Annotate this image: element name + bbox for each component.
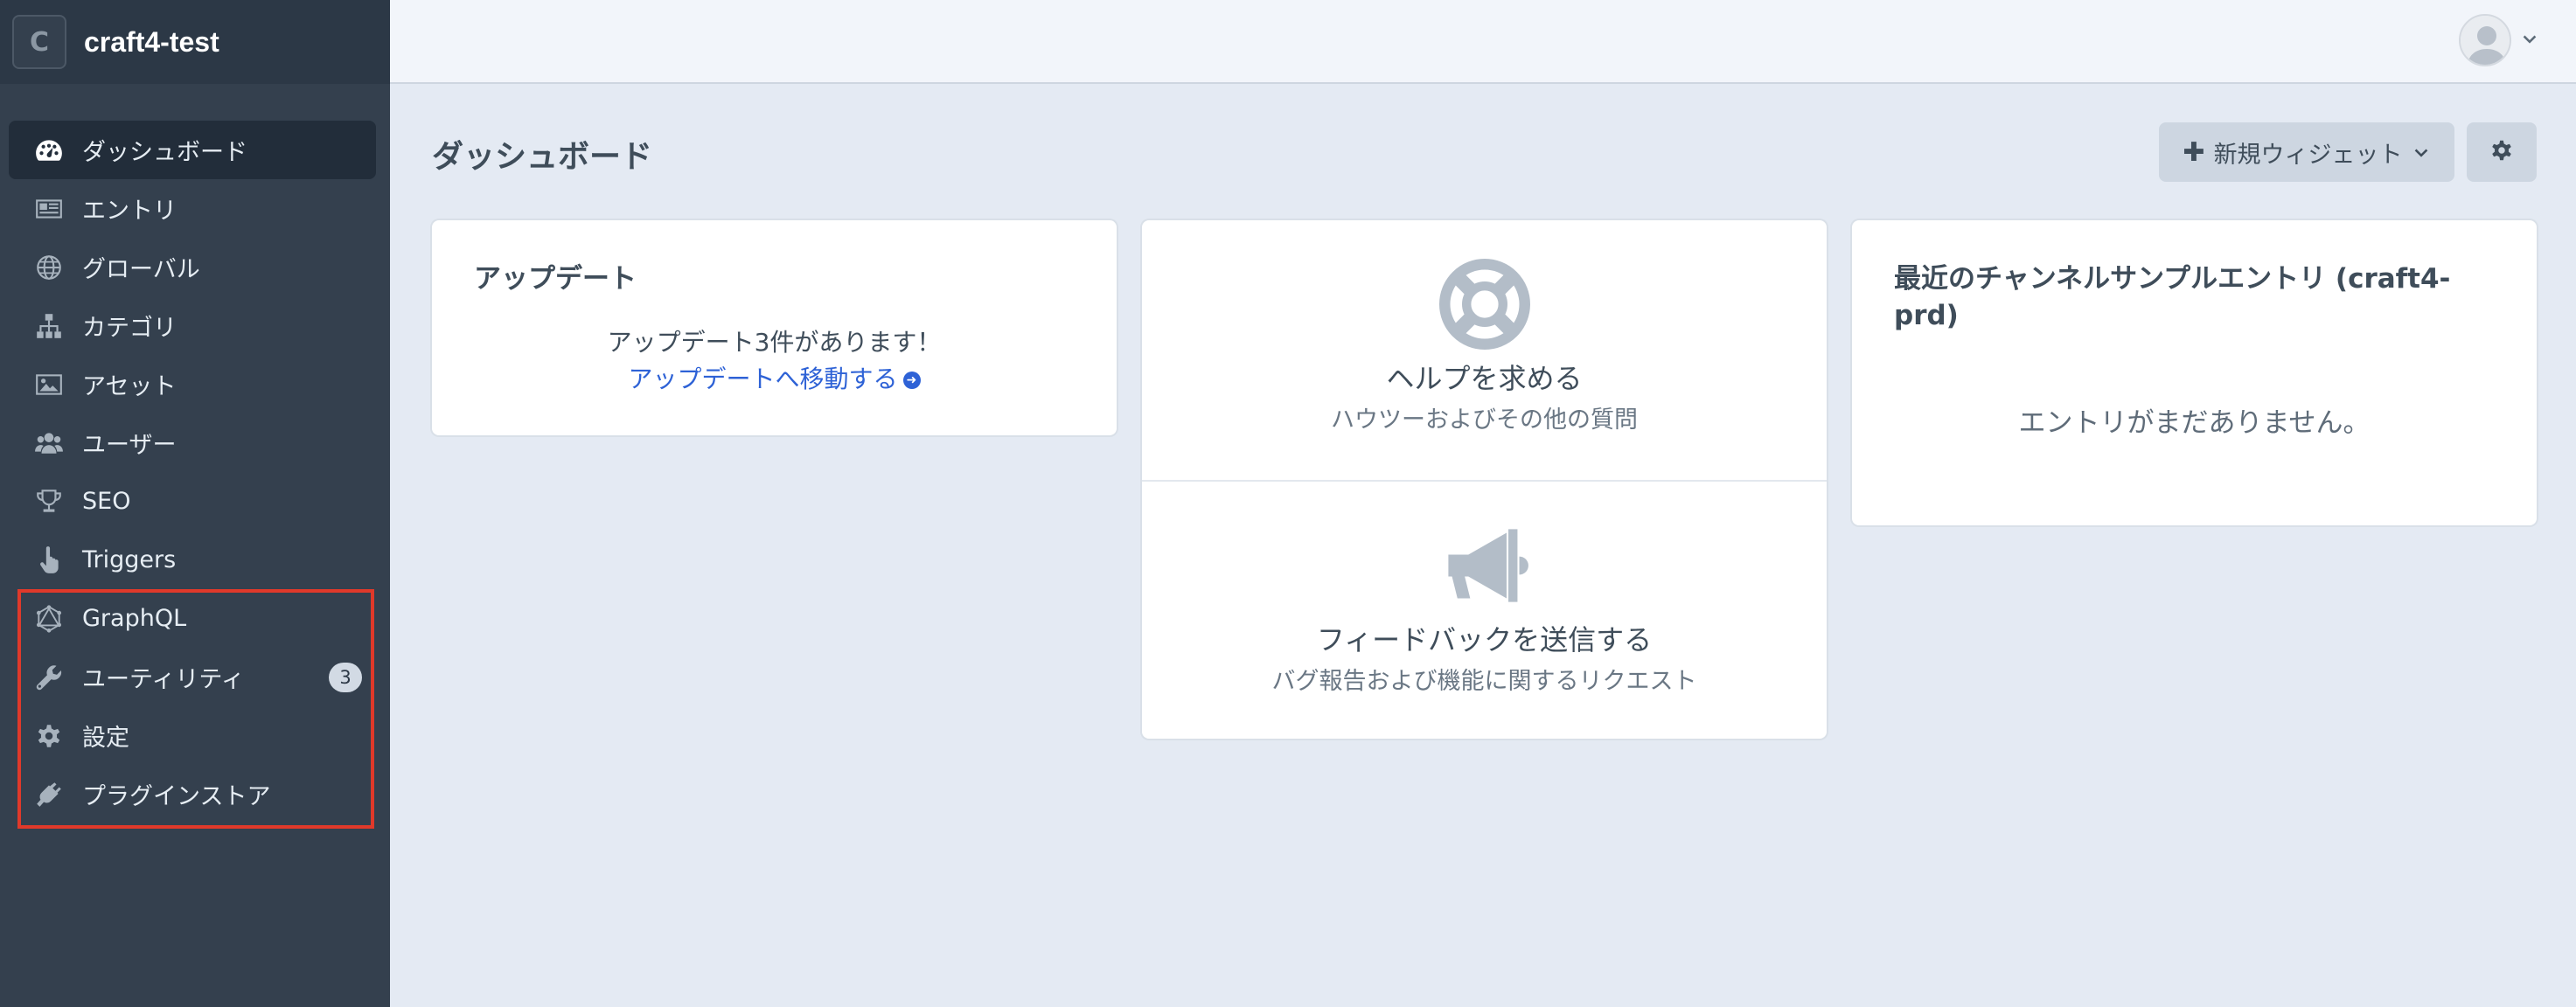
dashboard-settings-button[interactable] (2467, 122, 2537, 182)
site-logo[interactable]: C (12, 15, 66, 69)
gear-icon (2489, 137, 2515, 167)
sidebar-item-label: カテゴリ (82, 315, 177, 342)
go-to-updates-link[interactable]: アップデートへ移動する ➜ (432, 360, 1117, 395)
dashboard-gauge-icon (33, 135, 65, 166)
megaphone-icon (1439, 520, 1530, 611)
updates-widget-title: アップデート (474, 263, 637, 295)
recent-entries-widget: 最近のチャンネルサンプルエントリ (craft4-prd) エントリがまだありま… (1852, 220, 2537, 525)
sidebar-item-label: グローバル (82, 256, 200, 283)
sidebar-item-label: 設定 (82, 725, 129, 752)
sidebar-item-triggers[interactable]: Triggers (9, 531, 376, 589)
sidebar-item-label: プラグインストア (82, 783, 271, 810)
avatar-icon (2459, 14, 2511, 66)
sidebar-item-users[interactable]: ユーザー (9, 413, 376, 472)
sidebar-item-utilities[interactable]: ユーティリティ 3 (9, 648, 376, 706)
wrench-icon (33, 662, 65, 693)
sidebar-item-globals[interactable]: グローバル (9, 238, 376, 296)
recent-entries-empty-message: エントリがまだありません。 (2018, 407, 2371, 439)
sidebar-item-entries[interactable]: エントリ (9, 179, 376, 238)
chevron-down-icon (2520, 31, 2539, 50)
graphql-icon (33, 603, 65, 635)
sidebar-item-label: GraphQL (82, 605, 187, 632)
sitemap-icon (33, 310, 65, 342)
top-header (390, 0, 2576, 84)
feedback-description: バグ報告および機能に関するリクエスト (1271, 668, 1697, 695)
sidebar-item-label: ユーザー (82, 432, 177, 459)
updates-widget: アップデート アップデート3件があります！ アップデートへ移動する ➜ (432, 220, 1117, 435)
sidebar-item-settings[interactable]: 設定 (9, 706, 376, 765)
image-icon (33, 369, 65, 400)
page-title: ダッシュボード (432, 139, 653, 175)
sidebar-item-dashboard[interactable]: ダッシュボード (9, 121, 376, 179)
sidebar-item-label: アセット (82, 373, 177, 400)
sidebar: C craft4-test ダッシュボード エントリ グローバル カテゴリ アセ… (0, 0, 390, 1007)
get-help-title: ヘルプを求める (1386, 362, 1583, 395)
chevron-down-icon (2412, 142, 2431, 162)
utilities-count-badge: 3 (329, 662, 362, 692)
plug-icon (33, 779, 65, 810)
sidebar-item-label: ユーティリティ (82, 666, 245, 693)
get-help-section[interactable]: ヘルプを求める ハウツーおよびその他の質問 (1142, 220, 1827, 479)
feedback-section[interactable]: フィードバックを送信する バグ報告および機能に関するリクエスト (1142, 480, 1827, 739)
sidebar-header: C craft4-test (0, 0, 390, 84)
globe-icon (33, 252, 65, 283)
sidebar-item-label: Triggers (82, 546, 177, 573)
user-menu-toggle[interactable] (2459, 14, 2539, 66)
life-ring-icon (1438, 259, 1530, 350)
sidebar-nav: ダッシュボード エントリ グローバル カテゴリ アセット ユーザー SEO Tr… (0, 121, 390, 823)
sidebar-item-label: エントリ (82, 198, 177, 225)
sidebar-item-plugin-store[interactable]: プラグインストア (9, 765, 376, 823)
plus-icon: ✚ (2183, 136, 2205, 168)
sidebar-item-assets[interactable]: アセット (9, 355, 376, 413)
sidebar-item-seo[interactable]: SEO (9, 472, 376, 531)
sidebar-item-categories[interactable]: カテゴリ (9, 296, 376, 355)
trophy-icon (33, 486, 65, 517)
new-widget-button[interactable]: ✚ 新規ウィジェット (2159, 122, 2454, 182)
gear-icon (33, 720, 65, 752)
go-to-updates-label: アップデートへ移動する (628, 365, 898, 393)
sidebar-item-label: SEO (82, 488, 131, 515)
feedback-title: フィードバックを送信する (1316, 623, 1653, 656)
help-widget: ヘルプを求める ハウツーおよびその他の質問 フィードバックを送信する バグ報告お… (1142, 220, 1827, 739)
new-widget-label: 新規ウィジェット (2213, 141, 2403, 169)
pointer-hand-icon (33, 545, 65, 576)
site-name[interactable]: craft4-test (84, 26, 219, 59)
get-help-description: ハウツーおよびその他の質問 (1331, 406, 1638, 434)
sidebar-item-label: ダッシュボード (82, 139, 247, 166)
users-icon (33, 427, 65, 459)
sidebar-item-graphql[interactable]: GraphQL (9, 589, 376, 648)
arrow-right-circle-icon: ➜ (902, 372, 921, 389)
updates-message: アップデート3件があります！ (607, 328, 942, 357)
newspaper-icon (33, 193, 65, 225)
recent-entries-title: 最近のチャンネルサンプルエントリ (craft4-prd) (1894, 263, 2451, 331)
